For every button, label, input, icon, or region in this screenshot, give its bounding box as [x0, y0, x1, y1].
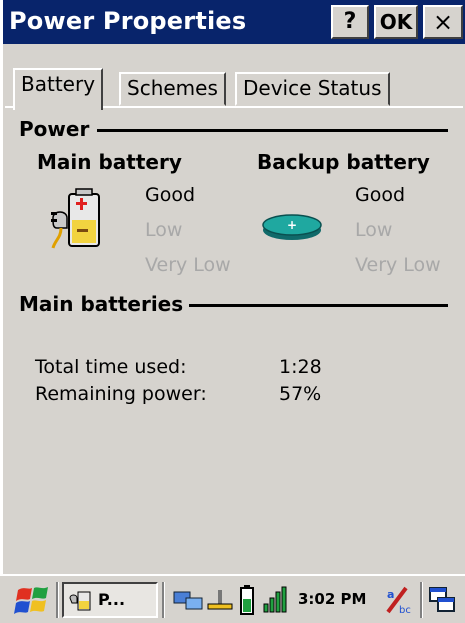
clock[interactable]: 3:02 PM: [298, 590, 366, 608]
window-title: Power Properties: [9, 7, 247, 35]
network-icon[interactable]: [172, 588, 204, 612]
taskbar-separator: [420, 582, 423, 618]
total-time-used-value: 1:28: [279, 356, 322, 378]
main-battery-level-low: Low: [145, 219, 183, 241]
close-button[interactable]: ×: [423, 5, 463, 39]
ok-button[interactable]: OK: [374, 5, 418, 39]
connection-icon[interactable]: [206, 588, 234, 612]
main-batteries-group-rule: [189, 304, 448, 307]
input-panel-icon[interactable]: a bc: [384, 584, 414, 616]
main-batteries-group-heading: Main batteries: [19, 292, 184, 316]
taskbar-separator: [56, 582, 59, 618]
battery-icon[interactable]: [238, 584, 256, 616]
main-battery-title: Main battery: [37, 150, 182, 174]
system-tray: 3:02 PM a bc: [168, 582, 458, 618]
svg-text:a: a: [387, 588, 394, 601]
tab-device-status[interactable]: Device Status: [235, 72, 390, 106]
taskbar-separator: [162, 582, 165, 618]
backup-battery-level-good: Good: [355, 184, 406, 206]
title-bar: Power Properties ? OK ×: [3, 0, 465, 44]
remaining-power-value: 57%: [279, 383, 322, 405]
power-group-heading: Power: [19, 117, 90, 141]
help-button[interactable]: ?: [331, 5, 369, 39]
taskbar: P... 3:02 PM a bc: [0, 574, 465, 623]
power-properties-window: Power Properties ? OK × Battery Schemes …: [3, 0, 465, 623]
signal-icon[interactable]: [262, 586, 288, 614]
total-time-used-label: Total time used:: [35, 356, 187, 378]
svg-text:bc: bc: [399, 605, 411, 616]
desktop-icon[interactable]: [428, 586, 456, 614]
tab-battery[interactable]: Battery: [13, 68, 104, 110]
backup-battery-title: Backup battery: [257, 150, 430, 174]
backup-battery-level-very-low: Very Low: [355, 254, 441, 276]
tab-schemes[interactable]: Schemes: [119, 72, 226, 106]
main-battery-level-good: Good: [145, 184, 196, 206]
main-battery-plug-icon: [51, 188, 100, 249]
power-task-label: P...: [98, 590, 126, 609]
main-battery-level-very-low: Very Low: [145, 254, 231, 276]
backup-battery-coin-icon: +: [262, 214, 322, 240]
power-task-button[interactable]: P...: [62, 582, 158, 618]
remaining-power-label: Remaining power:: [35, 383, 207, 405]
backup-battery-level-low: Low: [355, 219, 393, 241]
start-icon[interactable]: [12, 582, 52, 618]
svg-text:+: +: [287, 218, 297, 232]
power-group-rule: [97, 129, 448, 132]
power-task-icon: [69, 591, 91, 611]
